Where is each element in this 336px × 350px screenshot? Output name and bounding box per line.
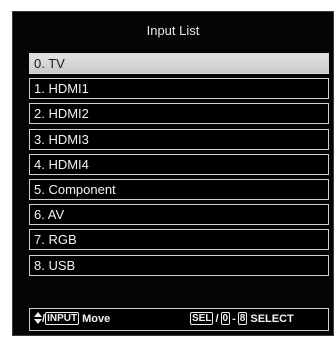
move-hint: / INPUT Move: [34, 309, 110, 330]
dialog-title: Input List: [146, 23, 200, 38]
select-label: SELECT: [250, 313, 294, 325]
zero-key-label: 0: [220, 312, 231, 325]
up-down-arrows-icon: [34, 312, 42, 324]
list-item-hdmi3[interactable]: 3. HDMI3: [29, 128, 329, 150]
list-item-component[interactable]: 5. Component: [29, 178, 329, 200]
sel-key-label: SEL: [190, 312, 214, 325]
input-list: 0. TV 1. HDMI1 2. HDMI2 3. HDMI3 4. HDMI…: [29, 53, 329, 280]
footer-hint-bar: / INPUT Move SEL/0-8 SELECT: [29, 308, 329, 331]
list-item-hdmi4[interactable]: 4. HDMI4: [29, 153, 329, 175]
list-item-rgb[interactable]: 7. RGB: [29, 229, 329, 251]
list-item-usb[interactable]: 8. USB: [29, 254, 329, 276]
select-hint: SEL/0-8 SELECT: [190, 309, 294, 330]
input-key-label: INPUT: [45, 312, 80, 325]
list-item-tv[interactable]: 0. TV: [29, 53, 329, 74]
list-item-hdmi1[interactable]: 1. HDMI1: [29, 78, 329, 100]
list-item-hdmi2[interactable]: 2. HDMI2: [29, 103, 329, 125]
move-label: Move: [82, 313, 111, 325]
list-item-av[interactable]: 6. AV: [29, 204, 329, 226]
input-list-dialog: Input List 0. TV 1. HDMI1 2. HDMI2 3. HD…: [12, 11, 334, 336]
slash-separator: /: [215, 313, 219, 325]
eight-key-label: 8: [237, 312, 248, 325]
dash-separator: -: [232, 313, 236, 325]
